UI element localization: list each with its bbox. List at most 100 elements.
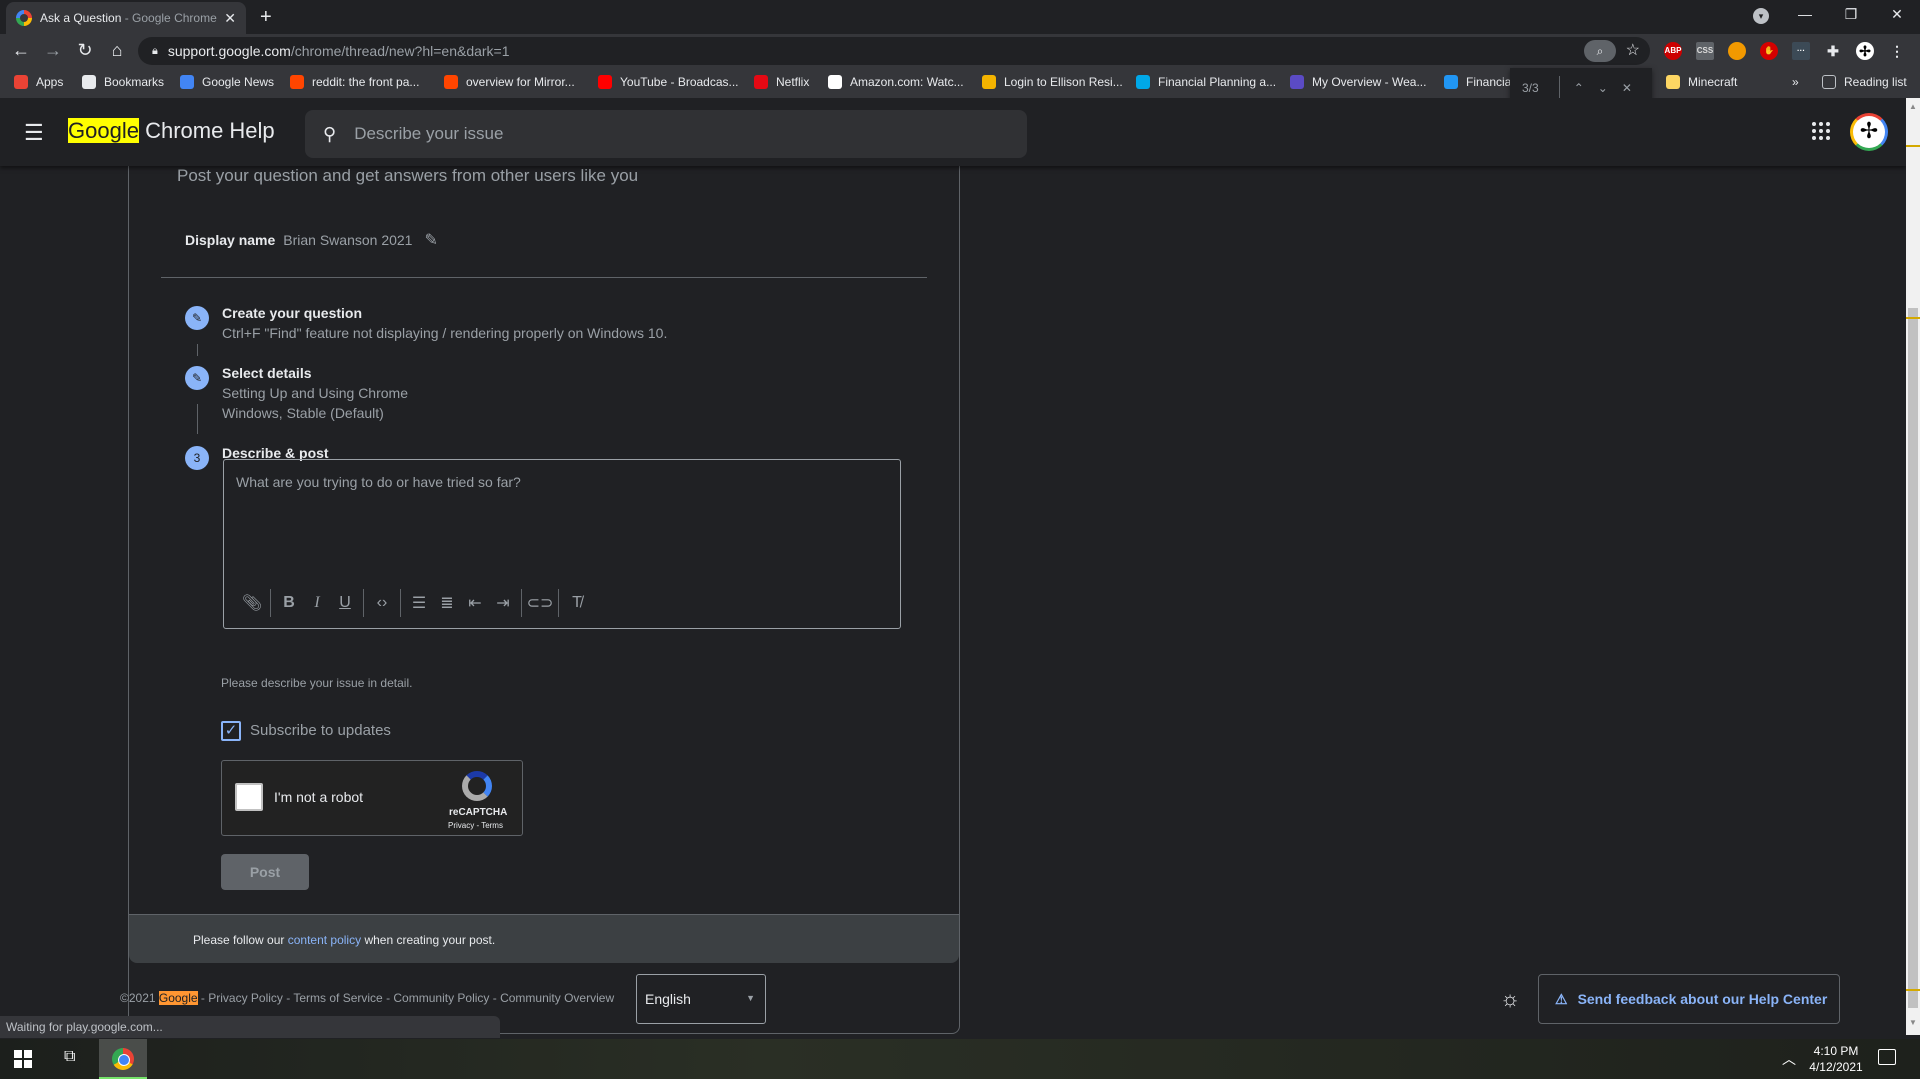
account-avatar[interactable]: ✢ [1850,113,1888,151]
send-feedback-button[interactable]: ⚠︎ Send feedback about our Help Center [1538,974,1840,1024]
bookmark-item[interactable]: Login to Ellison Resi... [982,75,1123,89]
edit-pencil-icon[interactable]: ✎ [424,230,437,250]
task-view-icon[interactable]: ⧉ [64,1048,75,1066]
bold-icon[interactable]: B [275,594,303,612]
description-editor[interactable]: What are you trying to do or have tried … [223,459,901,629]
close-window-button[interactable]: ✕ [1874,6,1920,23]
content-policy-notice: Please follow our content policy when cr… [129,914,959,963]
indent-icon[interactable]: ⇥ [489,593,517,613]
bookmark-item[interactable]: Amazon.com: Watc... [828,75,964,89]
footer-policy-links[interactable]: - Privacy Policy - Terms of Service - Co… [198,991,614,1005]
bookmark-label: My Overview - Wea... [1312,75,1427,89]
taskbar-clock[interactable]: 4:10 PM 4/12/2021 [1808,1043,1864,1075]
financial-icon [1444,75,1458,89]
scroll-up-icon[interactable]: ▲ [1909,102,1917,111]
dots-extension-icon[interactable]: ··· [1792,42,1810,60]
underline-icon[interactable]: U [331,594,359,612]
outdent-icon[interactable]: ⇤ [461,593,489,613]
reload-icon[interactable]: ↻ [73,40,97,61]
tray-overflow-icon[interactable]: ︿ [1782,1049,1796,1069]
extensions-puzzle-icon[interactable]: ✚ [1824,42,1842,60]
find-in-page-icon[interactable]: ⌕ [1584,40,1616,62]
bookmark-item[interactable]: My Overview - Wea... [1290,75,1426,89]
bookmark-item[interactable]: overview for Mirror... [444,75,575,89]
bookmark-label: Minecraft [1688,75,1738,89]
code-icon[interactable]: ‹› [368,594,396,612]
profile-avatar-icon[interactable]: ✢ [1856,42,1874,60]
editor-toolbar: 📎︎ B I U ‹› ☰ ≣ ⇤ ⇥ ⊂⊃ T̸ [238,589,591,617]
netflix-icon [754,75,768,89]
post-button[interactable]: Post [221,854,309,890]
home-icon[interactable]: ⌂ [105,40,129,61]
find-close-icon[interactable]: ✕ [1622,81,1632,95]
bookmark-star-icon[interactable]: ☆ [1626,40,1640,60]
google-news-icon [180,75,194,89]
new-tab-button[interactable]: + [260,6,272,29]
lightbulb-extension-icon[interactable] [1728,42,1746,60]
restore-button[interactable]: ❐ [1828,6,1874,23]
clear-formatting-icon[interactable]: T̸ [563,594,591,612]
subscribe-checkbox[interactable]: ✓ [221,721,241,741]
search-placeholder: Describe your issue [354,124,504,143]
page-scrollbar[interactable]: ▲ ▼ [1906,98,1920,1035]
url-host: support.google.com [167,43,291,59]
bookmark-item[interactable]: reddit: the front pa... [290,75,419,89]
help-search-input[interactable]: ⚲ Describe your issue [305,110,1027,158]
step-2-detail-1: Setting Up and Using Chrome [222,385,408,401]
apps-grid-icon [14,75,28,89]
bookmark-item[interactable]: Google News [180,75,274,89]
bookmark-item[interactable]: Financial Planning a... [1136,75,1276,89]
bookmark-item[interactable]: Bookmarks [82,75,164,89]
content-policy-link[interactable]: content policy [288,933,361,947]
stop-hand-extension-icon[interactable]: ✋ [1760,42,1778,60]
recaptcha-checkbox[interactable] [235,783,263,811]
toolbar-divider [270,589,271,617]
find-previous-icon[interactable]: ⌃ [1574,81,1584,95]
tab-close-icon[interactable]: ✕ [224,10,236,27]
help-center-logo[interactable]: Google Chrome Help [68,118,275,144]
link-icon[interactable]: ⊂⊃ [526,593,554,613]
browser-toolbar: ← → ↻ ⌂ 🔒︎ support.google.com/chrome/thr… [0,34,1920,68]
tab-search-icon[interactable]: ▾ [1753,8,1769,24]
google-favicon-icon [16,10,32,26]
footer-google-highlight[interactable]: Google [158,991,198,1005]
bookmark-item[interactable]: Financia [1444,75,1511,89]
minimize-button[interactable]: — [1782,6,1828,22]
taskbar-chrome-button[interactable] [99,1039,147,1079]
step-2-edit-icon[interactable]: ✎ [185,366,209,390]
find-match-marker [1906,317,1920,319]
bookmarks-overflow-button[interactable]: » [1792,75,1799,89]
step-1-edit-icon[interactable]: ✎ [185,306,209,330]
tab-ask-a-question[interactable]: Ask a Question - Google Chrome ✕ [6,2,246,34]
chrome-menu-icon[interactable]: ⋮ [1888,42,1906,60]
scroll-down-icon[interactable]: ▼ [1909,1018,1917,1027]
recaptcha-terms-link[interactable]: Privacy - Terms [448,821,503,830]
adblock-plus-icon[interactable]: ABP [1664,42,1682,60]
find-next-icon[interactable]: ⌄ [1598,81,1608,95]
hamburger-menu-icon[interactable]: ☰ [24,120,44,146]
language-select[interactable]: English ▼ [636,974,766,1024]
css-extension-icon[interactable]: CSS [1696,42,1714,60]
logo-google: Google [68,118,139,143]
action-center-icon[interactable] [1878,1049,1896,1065]
url-path: /chrome/thread/new?hl=en&dark=1 [290,43,510,59]
subscribe-label[interactable]: Subscribe to updates [250,722,391,739]
attach-icon[interactable]: 📎︎ [238,593,266,613]
back-icon[interactable]: ← [9,40,33,61]
dark-mode-toggle-icon[interactable]: ☼ [1500,986,1520,1012]
numbered-list-icon[interactable]: ≣ [433,593,461,613]
address-bar[interactable]: 🔒︎ support.google.com/chrome/thread/new?… [138,37,1650,65]
bookmark-item[interactable]: Apps [14,75,63,89]
reading-list-button[interactable]: Reading list [1822,75,1907,89]
scrollbar-thumb[interactable] [1908,308,1918,1008]
italic-icon[interactable]: I [303,594,331,612]
bookmark-item[interactable]: Minecraft [1666,75,1737,89]
google-apps-icon[interactable] [1812,122,1830,140]
bulleted-list-icon[interactable]: ☰ [405,593,433,613]
windows-start-icon[interactable] [14,1050,32,1068]
bookmark-item[interactable]: YouTube - Broadcas... [598,75,739,89]
forward-icon[interactable]: → [41,40,65,61]
footer-links: ©2021 Google - Privacy Policy - Terms of… [120,991,614,1005]
bookmark-item[interactable]: Netflix [754,75,809,89]
windows-taskbar: ⧉ ︿ 4:10 PM 4/12/2021 [0,1039,1920,1079]
